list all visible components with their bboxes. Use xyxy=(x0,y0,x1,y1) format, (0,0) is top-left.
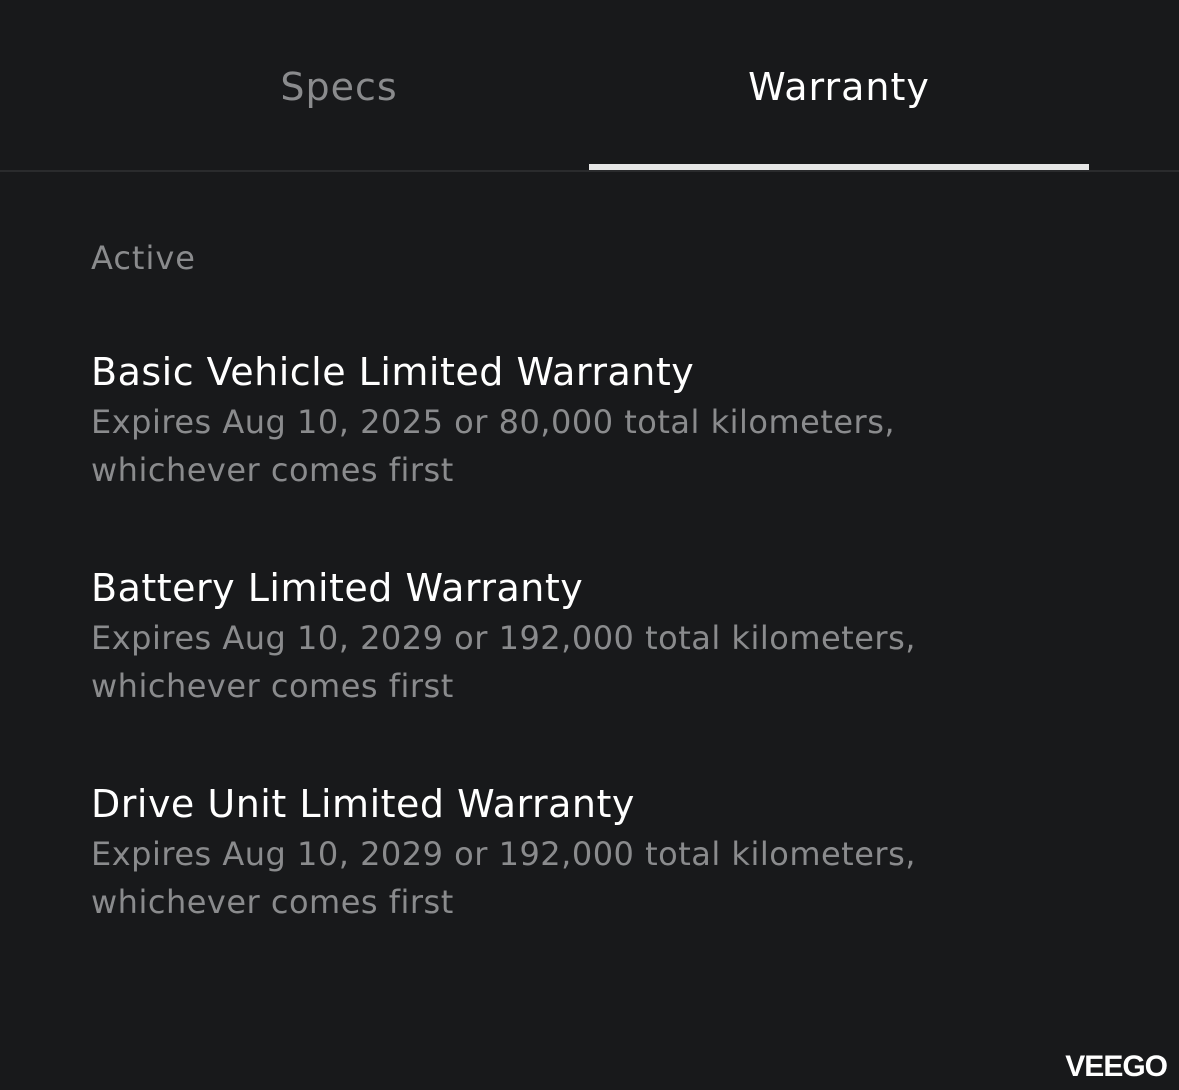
warranty-item: Basic Vehicle Limited Warranty Expires A… xyxy=(91,348,1051,494)
section-label-active: Active xyxy=(91,239,196,277)
tab-specs-label: Specs xyxy=(280,65,398,109)
tab-bar: Specs Warranty xyxy=(0,0,1179,172)
warranty-item: Drive Unit Limited Warranty Expires Aug … xyxy=(91,780,1051,926)
watermark-logo: VEEGO xyxy=(1065,1050,1168,1083)
active-tab-indicator xyxy=(589,164,1089,170)
tab-warranty[interactable]: Warranty xyxy=(589,0,1089,172)
tab-warranty-label: Warranty xyxy=(748,65,930,109)
warranty-description: Expires Aug 10, 2029 or 192,000 total ki… xyxy=(91,835,916,921)
warranty-description: Expires Aug 10, 2025 or 80,000 total kil… xyxy=(91,403,896,489)
warranty-title: Basic Vehicle Limited Warranty xyxy=(91,350,695,394)
warranty-title: Drive Unit Limited Warranty xyxy=(91,782,635,826)
tab-specs[interactable]: Specs xyxy=(90,0,588,172)
warranty-item: Battery Limited Warranty Expires Aug 10,… xyxy=(91,564,1051,710)
warranty-description: Expires Aug 10, 2029 or 192,000 total ki… xyxy=(91,619,916,705)
warranty-title: Battery Limited Warranty xyxy=(91,566,584,610)
